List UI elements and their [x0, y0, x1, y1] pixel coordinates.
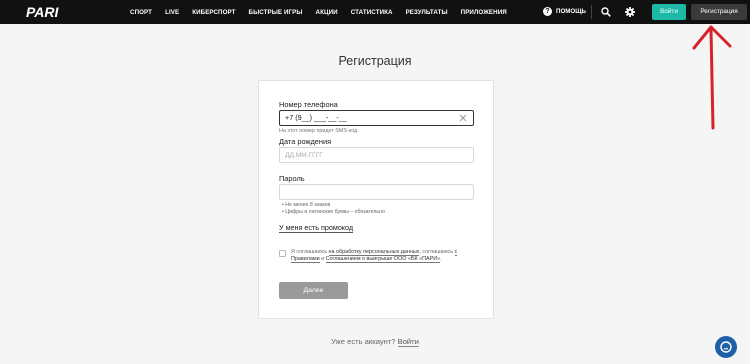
- registration-form: Номер телефона +7 (9__) ___-__-__ На это…: [258, 80, 494, 319]
- nav-item-live[interactable]: LIVE: [165, 9, 179, 16]
- dob-input[interactable]: ДД.ММ.ГГГГ: [279, 147, 474, 163]
- phone-input[interactable]: +7 (9__) ___-__-__: [279, 110, 474, 126]
- question-circle-icon: ?: [543, 7, 552, 16]
- help-link[interactable]: ? ПОМОЩЬ: [543, 7, 586, 16]
- next-button[interactable]: Далее: [279, 282, 348, 299]
- promo-code-link[interactable]: У меня есть промокод: [279, 224, 354, 233]
- gear-icon[interactable]: [625, 7, 635, 17]
- pari-logo[interactable]: PARI: [26, 5, 88, 19]
- footer-login-link[interactable]: Войти: [397, 337, 419, 347]
- chat-button[interactable]: [715, 336, 737, 358]
- password-rule: • Не менее 8 знаков: [282, 202, 331, 208]
- nav-item-statistics[interactable]: СТАТИСТИКА: [351, 9, 393, 16]
- phone-hint: На этот номер придет SMS-код: [279, 128, 358, 134]
- nav-item-apps[interactable]: ПРИЛОЖЕНИЯ: [461, 9, 507, 16]
- main-nav: СПОРТ LIVE КИБЕРСПОРТ БЫСТРЫЕ ИГРЫ АКЦИИ…: [130, 0, 520, 24]
- register-button[interactable]: Регистрация: [691, 4, 747, 20]
- login-prompt: Уже есть аккаунт? Войти: [331, 337, 419, 347]
- password-label: Пароль: [279, 174, 305, 183]
- chat-bubble-icon: [720, 341, 732, 353]
- agree-text: Я соглашаюсь на обработку персональных д…: [291, 249, 458, 263]
- clear-icon[interactable]: [459, 114, 467, 122]
- help-label: ПОМОЩЬ: [556, 8, 586, 15]
- password-rule: • Цифры и латинские буквы – обязательно: [282, 209, 385, 215]
- dob-label: Дата рождения: [279, 137, 332, 146]
- header-divider: [591, 5, 592, 19]
- nav-item-results[interactable]: РЕЗУЛЬТАТЫ: [406, 9, 448, 16]
- phone-value: +7 (9__) ___-__-__: [285, 113, 347, 122]
- phone-label: Номер телефона: [279, 100, 338, 109]
- personal-data-link[interactable]: на обработку персональных данных: [328, 249, 420, 256]
- nav-item-esports[interactable]: КИБЕРСПОРТ: [192, 9, 235, 16]
- search-icon[interactable]: [601, 7, 611, 17]
- password-input[interactable]: [279, 184, 474, 200]
- nav-item-fast-games[interactable]: БЫСТРЫЕ ИГРЫ: [249, 9, 303, 16]
- agreement-link[interactable]: Соглашением о выигрыше ООО «БК «ПАРИ»: [325, 256, 441, 263]
- agree-checkbox[interactable]: [279, 250, 286, 257]
- login-button[interactable]: Войти: [652, 4, 686, 20]
- dob-placeholder: ДД.ММ.ГГГГ: [285, 152, 323, 159]
- nav-item-sport[interactable]: СПОРТ: [130, 9, 152, 16]
- page-title: Регистрация: [338, 54, 412, 68]
- top-header: PARI СПОРТ LIVE КИБЕРСПОРТ БЫСТРЫЕ ИГРЫ …: [0, 0, 750, 24]
- red-arrow-annotation: [692, 25, 732, 130]
- svg-text:PARI: PARI: [26, 5, 60, 19]
- nav-item-promotions[interactable]: АКЦИИ: [316, 9, 338, 16]
